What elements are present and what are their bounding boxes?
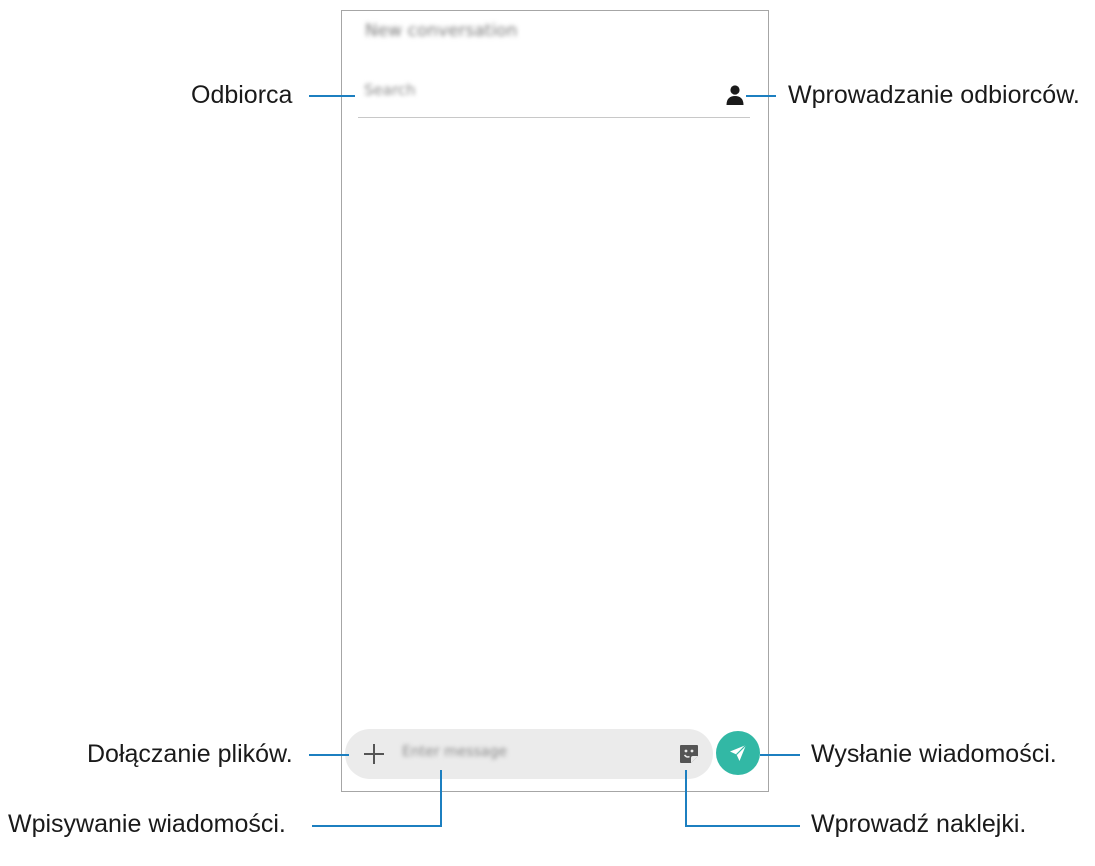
leader-line-enter-message-h [312, 825, 442, 827]
leader-line-stickers-h [685, 825, 800, 827]
guide-illustration: New conversation Search Enter message Od… [0, 0, 1095, 866]
message-input[interactable]: Enter message [402, 744, 507, 760]
callout-enter-stickers: Wprowadź naklejki. [811, 810, 1027, 838]
callout-attach-files: Dołączanie plików. [87, 740, 293, 768]
plus-icon [364, 744, 384, 764]
phone-screen: New conversation Search Enter message [341, 10, 769, 792]
recipient-input[interactable]: Search [364, 81, 416, 99]
leader-line-send-message [760, 754, 800, 756]
send-icon [730, 744, 747, 761]
contact-picker-button[interactable] [725, 84, 745, 106]
callout-recipient: Odbiorca [191, 81, 293, 109]
attach-button[interactable] [362, 742, 386, 766]
leader-line-stickers-v [685, 770, 687, 827]
callout-send-message: Wysłanie wiadomości. [811, 740, 1057, 768]
callout-enter-recipients: Wprowadzanie odbiorców. [788, 81, 1080, 109]
sticker-icon [680, 745, 698, 763]
send-button[interactable] [716, 731, 760, 775]
leader-line-attach-files [309, 754, 349, 756]
person-icon [726, 85, 744, 105]
callout-enter-message: Wpisywanie wiadomości. [8, 810, 286, 838]
screen-title: New conversation [365, 21, 518, 41]
leader-line-recipient [309, 95, 355, 97]
recipient-underline [358, 117, 750, 118]
leader-line-enter-recipients [746, 95, 776, 97]
message-composer: Enter message [345, 729, 713, 779]
sticker-button[interactable] [678, 743, 700, 765]
leader-line-enter-message-v [440, 770, 442, 827]
